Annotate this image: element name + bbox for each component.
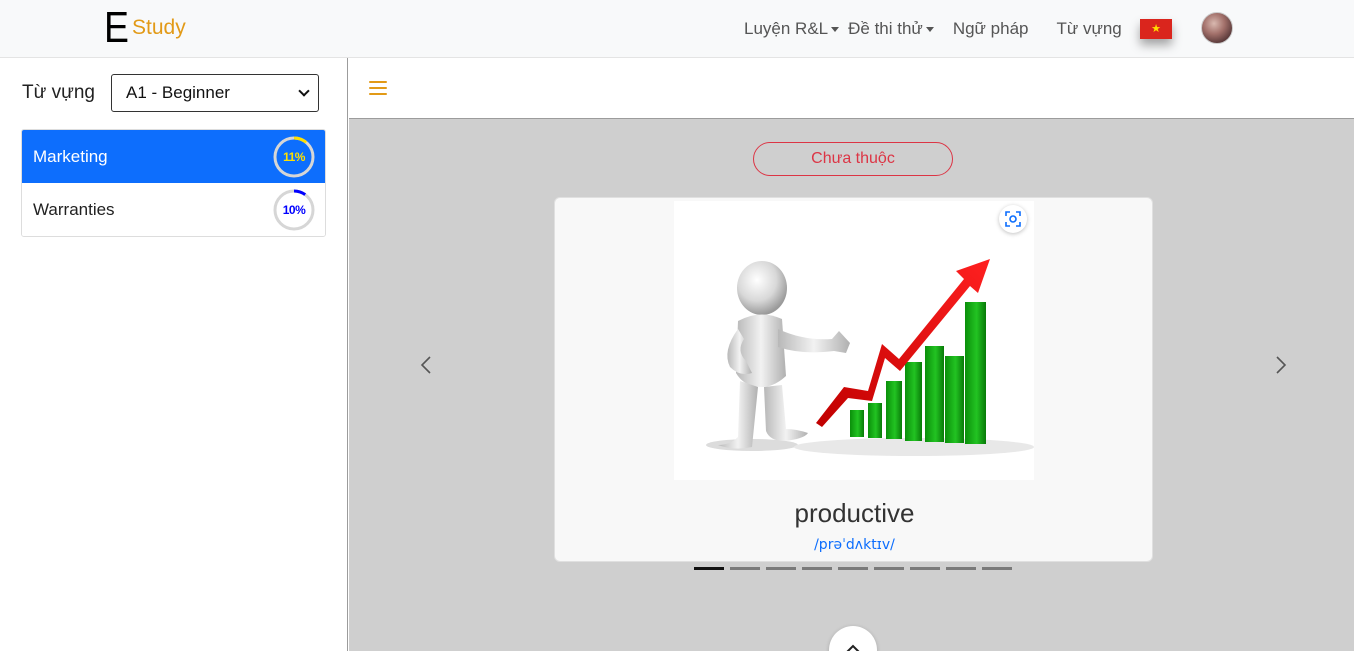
logo[interactable]: E Study	[104, 3, 186, 52]
progress-label: 11%	[283, 149, 305, 164]
nav-tu-vung-label: Từ vựng	[1056, 19, 1122, 38]
caret-down-icon	[831, 27, 840, 32]
nav-de-thi-thu-label: Đề thi thử	[848, 19, 923, 38]
nav-tu-vung[interactable]: Từ vựng	[1056, 19, 1121, 39]
slide-indicator[interactable]	[910, 567, 940, 570]
sidebar-header: Từ vựng A1 - Beginner	[22, 74, 319, 112]
level-select-value: A1 - Beginner	[126, 83, 230, 102]
vocab-word: productive	[794, 498, 915, 528]
status-button[interactable]: Chưa thuộc	[753, 142, 953, 176]
logo-letter: E	[104, 3, 129, 52]
main-content: Chưa thuộc productive /prəˈdʌktɪv/	[349, 58, 1354, 651]
sidebar-title: Từ vựng	[22, 82, 95, 103]
flashcard[interactable]: productive /prəˈdʌktɪv/	[554, 197, 1153, 562]
topic-label: Marketing	[33, 146, 108, 166]
topic-label: Warranties	[33, 199, 115, 219]
top-navbar: E Study Luyện R&L Đề thi thử Ngữ pháp Từ…	[0, 0, 1354, 58]
chevron-left-icon[interactable]	[419, 355, 433, 375]
slide-indicator[interactable]	[838, 567, 868, 570]
chevron-down-icon	[298, 85, 310, 97]
nav-links: Luyện R&L Đề thi thử Ngữ pháp Từ vựng	[744, 0, 1122, 58]
progress-ring: 10%	[273, 189, 315, 231]
main-toolbar	[349, 58, 1354, 119]
slide-indicator[interactable]	[694, 567, 724, 570]
slide-indicator[interactable]	[730, 567, 760, 570]
vietnam-flag-icon[interactable]: ★	[1140, 19, 1172, 39]
flag-star-icon: ★	[1151, 23, 1161, 35]
slide-indicators	[694, 567, 1012, 570]
nav-ngu-phap-label: Ngữ pháp	[952, 19, 1029, 38]
logo-text: Study	[132, 16, 186, 39]
chevron-right-icon[interactable]	[1274, 355, 1288, 375]
slide-indicator[interactable]	[982, 567, 1012, 570]
topic-item-marketing[interactable]: Marketing 11%	[22, 130, 325, 183]
nav-luyen-rl-label: Luyện R&L	[744, 19, 829, 38]
word-image	[674, 201, 1034, 480]
chevron-up-icon	[846, 644, 860, 651]
hamburger-icon[interactable]	[369, 81, 387, 95]
slide-indicator[interactable]	[946, 567, 976, 570]
level-select[interactable]: A1 - Beginner	[111, 74, 319, 112]
slide-indicator[interactable]	[766, 567, 796, 570]
sidebar: Từ vựng A1 - Beginner Marketing 11% Warr…	[0, 58, 348, 651]
slide-indicator[interactable]	[874, 567, 904, 570]
nav-ngu-phap[interactable]: Ngữ pháp	[953, 19, 1029, 39]
user-avatar[interactable]	[1201, 12, 1233, 44]
progress-label: 10%	[282, 202, 306, 217]
slide-indicator[interactable]	[802, 567, 832, 570]
vocab-ipa: /prəˈdʌktɪv/	[814, 537, 895, 553]
caret-down-icon	[925, 27, 934, 32]
topic-item-warranties[interactable]: Warranties 10%	[22, 183, 325, 236]
focus-zoom-icon[interactable]	[999, 205, 1027, 233]
nav-luyen-rl[interactable]: Luyện R&L	[744, 19, 840, 39]
nav-de-thi-thu[interactable]: Đề thi thử	[848, 19, 934, 39]
scroll-top-button[interactable]	[829, 626, 877, 651]
progress-ring: 11%	[273, 136, 315, 178]
topic-list: Marketing 11% Warranties 10%	[21, 129, 326, 237]
